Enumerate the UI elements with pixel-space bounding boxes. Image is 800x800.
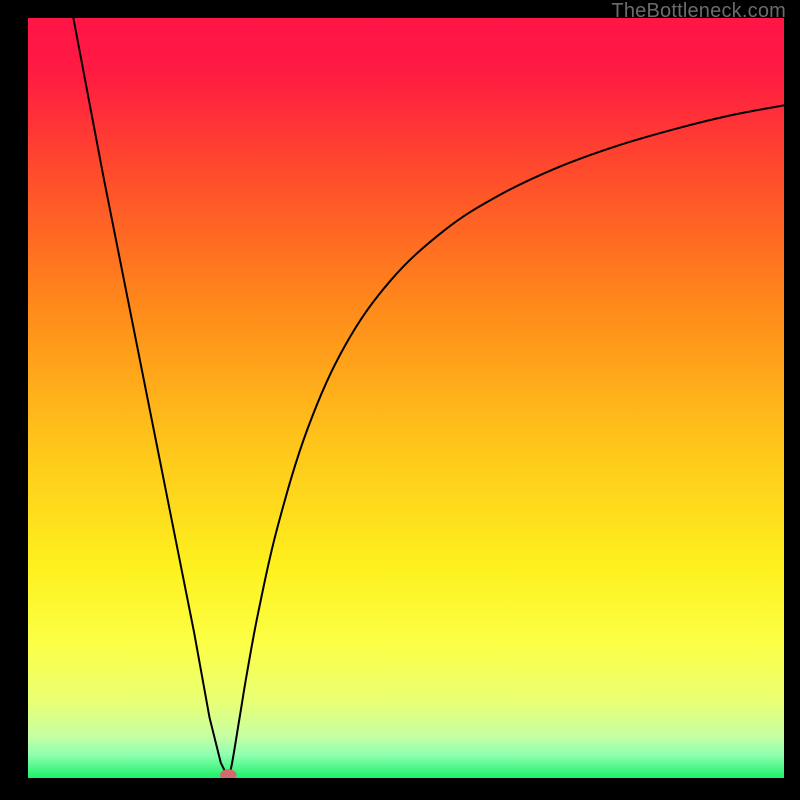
bottleneck-chart [28,18,784,778]
chart-frame: TheBottleneck.com [0,0,800,800]
watermark-text: TheBottleneck.com [611,0,786,23]
chart-background [28,18,784,778]
